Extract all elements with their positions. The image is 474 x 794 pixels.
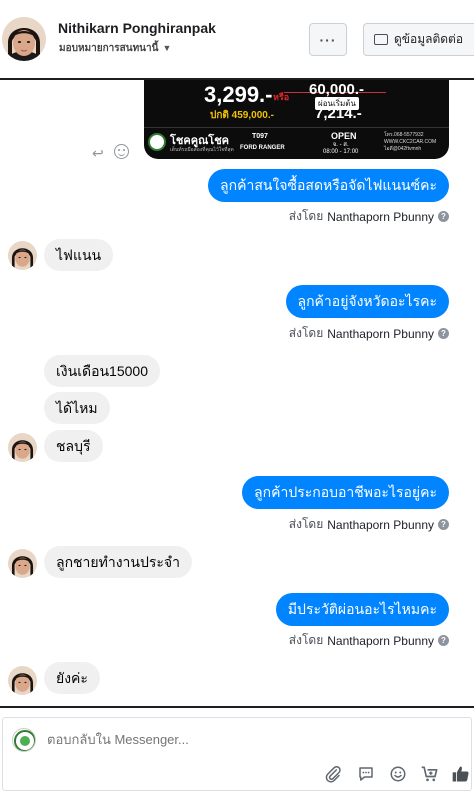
- incoming-message[interactable]: ไฟแนน: [44, 239, 114, 271]
- ad-model: FORD RANGER: [240, 145, 285, 151]
- info-icon[interactable]: ?: [438, 211, 449, 222]
- assign-label: มอบหมายการสนทนานี้: [59, 43, 159, 54]
- react-emoji-icon[interactable]: [114, 144, 129, 159]
- contact-avatar-small[interactable]: [8, 433, 37, 462]
- ad-line-id: ไอดี@042ftvmnh: [384, 146, 422, 152]
- attachment-icon[interactable]: [323, 764, 343, 784]
- reply-icon[interactable]: ↩: [92, 145, 104, 162]
- outgoing-message[interactable]: ลูกค้าประกอบอาชีพอะไรอยู่คะ: [242, 476, 449, 509]
- contact-avatar-small[interactable]: [8, 666, 37, 695]
- sent-by-label: ส่งโดย: [288, 326, 324, 340]
- ad-normal-price: ปกติ 459,000.-: [210, 110, 274, 121]
- ad-code: T097: [252, 133, 268, 140]
- ad-or: หรือ: [273, 92, 290, 102]
- ad-down-payment: 60,000.-: [309, 81, 365, 98]
- sender-name[interactable]: Nanthaporn Pbunny: [327, 210, 434, 224]
- sent-by-line: ส่งโดย Nanthaporn Pbunny?: [289, 515, 449, 534]
- sender-name[interactable]: Nanthaporn Pbunny: [327, 634, 434, 648]
- thread-divider: [0, 706, 474, 708]
- dealer-logo-icon: [148, 133, 166, 151]
- ad-days: จ. - ส.: [332, 142, 349, 148]
- reply-input[interactable]: [47, 732, 347, 747]
- contact-avatar[interactable]: [2, 17, 46, 61]
- sent-by-line: ส่งโดย Nanthaporn Pbunny?: [289, 631, 449, 650]
- outgoing-message[interactable]: ลูกค้าสนใจซื้อสดหรือจัดไฟแนนซ์คะ: [208, 169, 449, 202]
- view-contact-label: ดูข้อมูลติดต่อ: [394, 32, 464, 46]
- caret-down-icon: ▼: [162, 43, 172, 53]
- ad-open: OPEN: [331, 131, 357, 141]
- shared-ad-image[interactable]: 3,299.- หรือ ปกติ 459,000.- 60,000.- ผ่อ…: [144, 80, 449, 159]
- ad-price: 3,299.-: [204, 82, 273, 107]
- incoming-message[interactable]: ลูกชายทำงานประจำ: [44, 546, 192, 578]
- outgoing-message[interactable]: ลูกค้าอยู่จังหวัดอะไรคะ: [285, 285, 449, 318]
- assign-conversation[interactable]: มอบหมายการสนทนานี้ ▼: [59, 41, 171, 56]
- conversation-header: Nithikarn Ponghiranpak มอบหมายการสนทนานี…: [0, 0, 474, 80]
- more-options-button[interactable]: ···: [309, 23, 347, 56]
- info-icon[interactable]: ?: [438, 328, 449, 339]
- ad-footer: โชคคูณโชค เต็นท์รถมือสองที่คุณไว้ใจที่สุ…: [144, 127, 449, 159]
- incoming-message[interactable]: เงินเดือน15000: [44, 355, 160, 387]
- sent-by-line: ส่งโดย Nanthaporn Pbunny?: [289, 324, 449, 343]
- ad-hours: จ. - ส. 08:00 - 17:00: [323, 142, 358, 156]
- contact-avatar-small[interactable]: [8, 549, 37, 578]
- incoming-message[interactable]: ชลบุรี: [44, 430, 103, 462]
- sent-by-label: ส่งโดย: [288, 633, 324, 647]
- message-thread[interactable]: 3,299.- หรือ ปกติ 459,000.- 60,000.- ผ่อ…: [0, 80, 474, 706]
- sender-name[interactable]: Nanthaporn Pbunny: [327, 327, 434, 341]
- sent-by-label: ส่งโดย: [288, 209, 324, 223]
- sent-by-label: ส่งโดย: [288, 517, 324, 531]
- info-icon[interactable]: ?: [438, 635, 449, 646]
- contact-card-icon: [374, 34, 388, 45]
- ad-monthly: 7,214.-: [315, 105, 362, 122]
- sent-by-line: ส่งโดย Nanthaporn Pbunny?: [289, 207, 449, 226]
- contact-name[interactable]: Nithikarn Ponghiranpak: [58, 20, 216, 36]
- outgoing-message[interactable]: มีประวัติผ่อนอะไรไหมคะ: [275, 593, 449, 626]
- view-contact-button[interactable]: ดูข้อมูลติดต่อ: [363, 23, 474, 56]
- ad-contact: โทร.068-5577932 WWW.CKC2CAR.COM ไอดี@042…: [384, 132, 436, 153]
- sender-name[interactable]: Nanthaporn Pbunny: [327, 518, 434, 532]
- cart-icon[interactable]: [420, 764, 440, 784]
- ad-website: WWW.CKC2CAR.COM: [384, 139, 437, 145]
- ad-phone: โทร.068-5577932: [384, 132, 424, 138]
- contact-avatar-small[interactable]: [8, 241, 37, 270]
- like-icon[interactable]: [451, 764, 471, 784]
- comment-icon[interactable]: [356, 764, 376, 784]
- ad-brand-sub: เต็นท์รถมือสองที่คุณไว้ใจที่สุด: [170, 147, 234, 153]
- reply-composer: [2, 717, 472, 791]
- info-icon[interactable]: ?: [438, 519, 449, 530]
- incoming-message[interactable]: ยังค่ะ: [44, 662, 100, 694]
- page-logo-icon: [12, 728, 36, 752]
- emoji-icon[interactable]: [388, 764, 408, 784]
- ad-time: 08:00 - 17:00: [323, 149, 359, 155]
- incoming-message[interactable]: ได้ไหม: [44, 392, 110, 424]
